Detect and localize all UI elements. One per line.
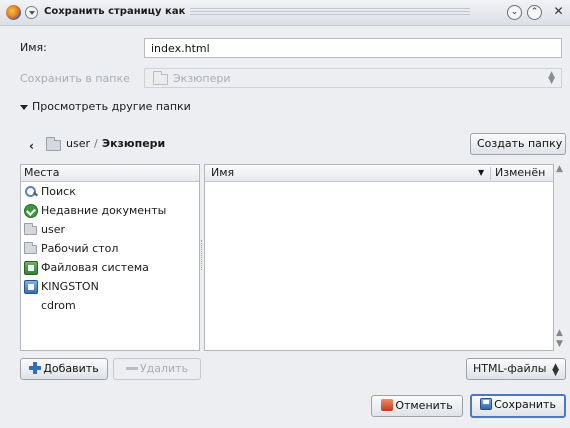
folder-icon <box>24 223 38 237</box>
window-title: Сохранить страницу как <box>44 6 186 17</box>
name-label: Имя: <box>20 41 47 54</box>
expander-label: Просмотреть другие папки <box>32 100 191 113</box>
maximize-button[interactable]: ⌃ <box>527 5 542 20</box>
place-search[interactable]: Поиск <box>21 182 199 201</box>
save-button[interactable]: Сохранить <box>470 394 566 418</box>
recent-icon <box>24 204 38 218</box>
cancel-button[interactable]: Отменить <box>371 395 463 417</box>
place-label: cdrom <box>41 299 76 312</box>
places-header[interactable]: Места <box>21 165 199 182</box>
folder-combo-value: Экзюпери <box>173 72 231 85</box>
pane-splitter[interactable] <box>201 240 203 270</box>
place-cdrom[interactable]: cdrom <box>21 296 199 315</box>
plus-icon <box>29 362 42 374</box>
crumb-current[interactable]: Экзюпери <box>99 136 168 152</box>
crumb-separator: / <box>94 137 98 150</box>
folder-icon <box>46 137 61 151</box>
crumb-user[interactable]: user <box>63 136 93 152</box>
scroll-up-icon[interactable]: ▲ <box>556 328 563 338</box>
save-in-folder-combo[interactable]: Экзюпери ▲ ▼ <box>144 68 562 88</box>
filename-input[interactable] <box>144 38 562 58</box>
add-button-label: Добавить <box>43 362 99 375</box>
places-header-label: Места <box>24 166 60 179</box>
combo-arrows-icon: ▲ ▼ <box>552 362 559 378</box>
place-kingston[interactable]: KINGSTON <box>21 277 199 296</box>
places-list[interactable]: Места Поиск Недавние документы user Рабо… <box>20 164 200 351</box>
remove-button-label: Удалить <box>139 362 189 375</box>
filter-value: HTML-файлы <box>473 362 547 375</box>
remove-place-button[interactable]: Удалить <box>113 358 201 380</box>
file-list[interactable]: Имя ▼ Изменён <box>204 164 554 351</box>
usb-drive-icon <box>24 280 38 294</box>
window-menu-chevron-down-icon[interactable] <box>25 6 38 19</box>
save-dialog: Сохранить страницу как ⌄ ⌃ ✕ Имя: Сохран… <box>0 0 570 428</box>
column-separator <box>490 167 491 180</box>
folder-icon <box>24 242 38 256</box>
file-type-filter[interactable]: HTML-файлы ▲ ▼ <box>466 358 566 380</box>
file-list-header: Имя ▼ Изменён <box>205 165 553 182</box>
combo-arrows-icon: ▲ ▼ <box>548 70 555 86</box>
place-label: Недавние документы <box>41 204 167 217</box>
browse-folders-expander[interactable]: Просмотреть другие папки <box>20 100 191 113</box>
place-desktop[interactable]: Рабочий стол <box>21 239 199 258</box>
minimize-button[interactable]: ⌄ <box>507 5 522 20</box>
place-label: Рабочий стол <box>41 242 119 255</box>
create-folder-button[interactable]: Создать папку <box>470 133 566 155</box>
place-user[interactable]: user <box>21 220 199 239</box>
path-back-button[interactable]: ‹ <box>29 139 34 153</box>
title-grip <box>190 8 470 17</box>
title-bar[interactable]: Сохранить страницу как ⌄ ⌃ ✕ <box>0 0 570 26</box>
place-recent[interactable]: Недавние документы <box>21 201 199 220</box>
file-list-scrollbar[interactable]: ▲ ▲ ▼ <box>554 164 566 351</box>
expander-triangle-icon <box>20 104 28 110</box>
firefox-app-icon <box>6 5 21 20</box>
place-label: KINGSTON <box>41 280 99 293</box>
folder-icon <box>153 71 168 85</box>
search-icon <box>24 185 38 199</box>
cancel-label: Отменить <box>395 399 453 412</box>
cancel-icon <box>381 399 394 411</box>
place-label: user <box>41 223 65 236</box>
filesystem-icon <box>24 261 38 275</box>
save-in-folder-label: Сохранить в папке <box>20 72 130 85</box>
place-label: Поиск <box>41 185 76 198</box>
column-name-header[interactable]: Имя <box>211 165 234 181</box>
close-button[interactable]: ✕ <box>551 5 566 20</box>
save-label: Сохранить <box>494 398 556 411</box>
save-icon <box>480 398 493 410</box>
place-filesystem[interactable]: Файловая система <box>21 258 199 277</box>
column-modified-header[interactable]: Изменён <box>495 165 545 181</box>
sort-down-icon: ▼ <box>478 168 485 177</box>
scroll-down-icon[interactable]: ▼ <box>556 339 563 349</box>
place-label: Файловая система <box>41 261 149 274</box>
scroll-up-icon[interactable]: ▲ <box>556 164 563 174</box>
add-place-button[interactable]: Добавить <box>20 358 108 380</box>
minus-icon <box>125 362 138 374</box>
